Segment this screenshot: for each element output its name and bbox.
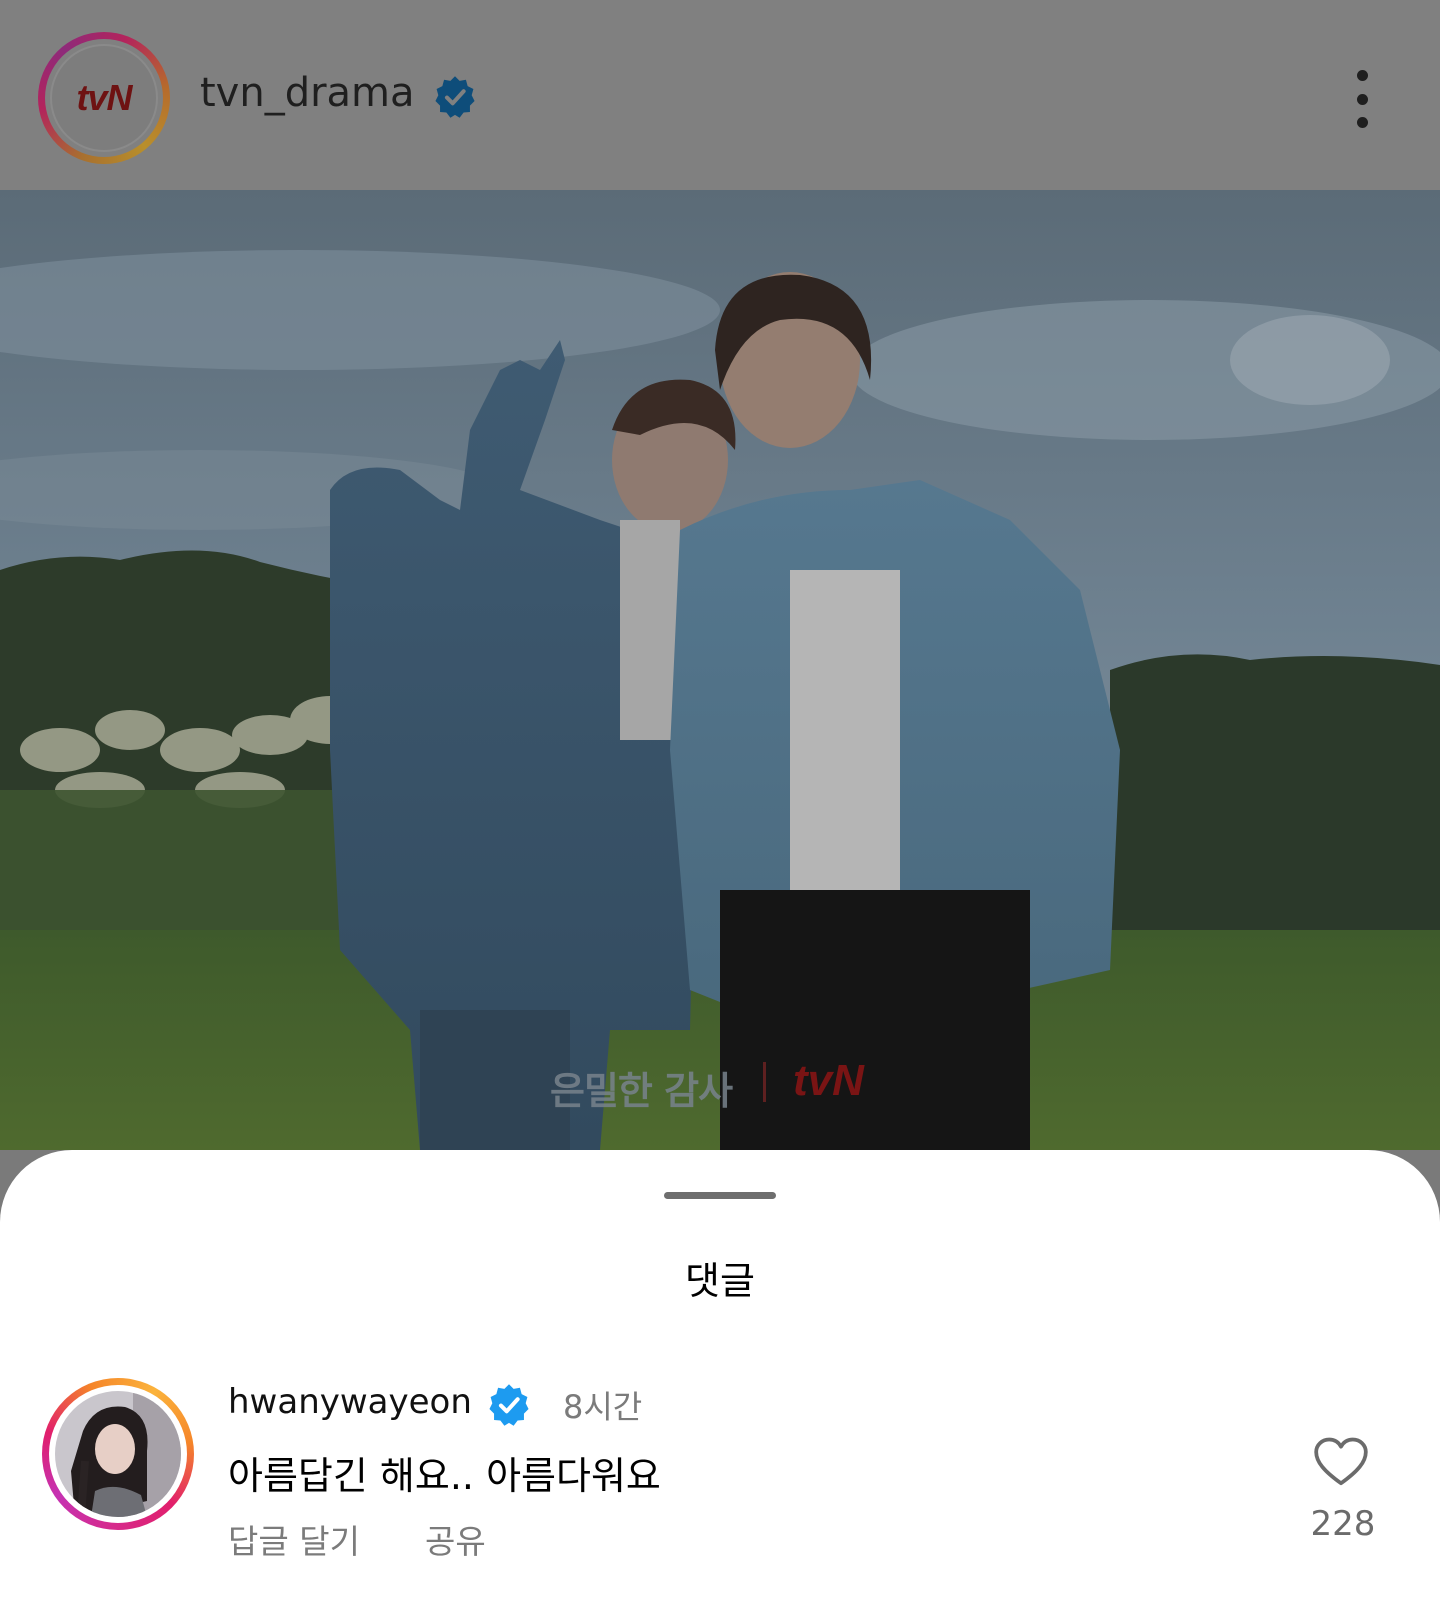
commenter-username[interactable]: hwanywayeon [228,1382,472,1422]
watermark-divider [763,1062,766,1102]
profile-avatar[interactable]: tvN [38,32,170,164]
like-count: 228 [1310,1504,1376,1544]
commenter-photo [55,1391,181,1517]
comment-time: 8시간 [563,1388,643,1426]
post-image[interactable]: 은밀한 감사 tvN [0,190,1440,1150]
image-watermark-logo: tvN [793,1056,864,1105]
couple-photo [0,190,1440,1150]
post-header: tvN tvn_drama [0,0,1440,190]
commenter-avatar[interactable] [42,1378,194,1530]
tvn-logo: tvN [50,44,158,152]
share-button[interactable]: 공유 [425,1515,486,1563]
image-watermark-title: 은밀한 감사 [550,1069,733,1113]
comments-sheet: 댓글 hwanywayeon 8시간 아름답긴 해요.. 아름다워요 답글 달기… [0,1150,1440,1602]
comment-text: 아름답긴 해요.. 아름다워요 [228,1454,661,1498]
more-vertical-icon [1356,70,1368,81]
reply-button[interactable]: 답글 달기 [228,1515,360,1563]
sheet-drag-handle[interactable] [664,1192,776,1199]
instagram-post-comments-screen: tvN tvn_drama 은밀한 감사 tvN 댓글 hwanywayeon … [0,0,1440,1602]
more-options-button[interactable] [1340,70,1384,128]
post-username[interactable]: tvn_drama [200,70,415,116]
sheet-title: 댓글 [685,1259,755,1303]
heart-outline-icon[interactable] [1312,1436,1370,1488]
verified-badge-icon [489,1384,529,1426]
verified-badge-icon [435,76,475,118]
